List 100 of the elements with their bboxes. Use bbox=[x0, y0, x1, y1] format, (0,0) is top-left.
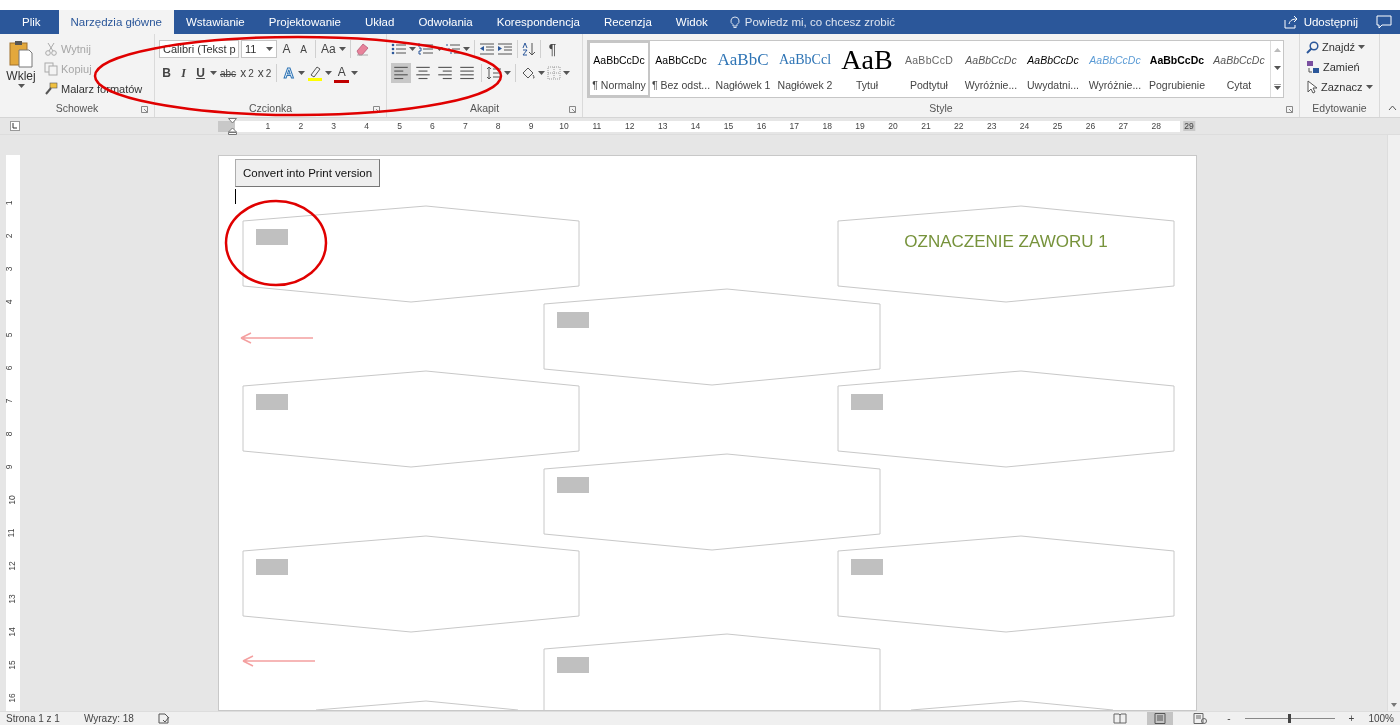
tell-me-field[interactable]: Powiedz mi, co chcesz zrobić bbox=[744, 16, 895, 28]
proofing-icon[interactable] bbox=[157, 713, 170, 724]
zoom-in-button[interactable]: + bbox=[1348, 712, 1355, 725]
page-count[interactable]: Strona 1 z 1 bbox=[6, 712, 60, 725]
numbered-list-icon[interactable] bbox=[418, 42, 434, 56]
style-item[interactable]: AaBbCcDc ¶ Bez odst... bbox=[650, 41, 712, 97]
ribbon-tab[interactable]: Korespondencja bbox=[484, 10, 592, 34]
format-button[interactable]: B bbox=[159, 63, 174, 83]
more-styles-icon[interactable] bbox=[1273, 84, 1281, 90]
change-case-button[interactable]: Aa bbox=[320, 39, 337, 59]
dialog-launcher-icon[interactable] bbox=[141, 106, 148, 113]
ruler-number: 6 bbox=[430, 121, 435, 131]
decrease-indent-icon[interactable] bbox=[479, 42, 495, 56]
pointer-icon[interactable] bbox=[1306, 80, 1318, 94]
style-item[interactable]: AaBbCcDc Uwydatni... bbox=[1022, 41, 1084, 97]
ruler-number: 7 bbox=[462, 121, 468, 131]
editing-command[interactable]: Zaznacz bbox=[1321, 81, 1363, 93]
style-item[interactable]: AaB Tytuł bbox=[836, 41, 898, 97]
ruler-number: 24 bbox=[1019, 121, 1030, 131]
format-button[interactable]: U bbox=[193, 63, 208, 83]
caret-icon bbox=[463, 47, 470, 51]
ruler-number: 4 bbox=[4, 299, 15, 305]
caret-icon bbox=[266, 47, 273, 51]
zoom-out-button[interactable]: - bbox=[1227, 712, 1231, 725]
zoom-percent[interactable]: 100% bbox=[1368, 712, 1394, 725]
ruler-number: 29 bbox=[1183, 121, 1195, 131]
ruler-number: 1 bbox=[4, 200, 15, 206]
style-item[interactable]: AaBbCcl Nagłówek 2 bbox=[774, 41, 836, 97]
show-formatting-button[interactable]: ¶ bbox=[545, 39, 560, 59]
style-item[interactable]: AaBbCcDc Cytat bbox=[1208, 41, 1270, 97]
word-count[interactable]: Wyrazy: 18 bbox=[83, 712, 134, 725]
font-size-field[interactable]: 11 bbox=[241, 40, 277, 58]
ruler-number: 5 bbox=[4, 332, 15, 338]
replace-icon[interactable] bbox=[1306, 60, 1320, 74]
editing-command[interactable]: Zamień bbox=[1323, 61, 1360, 73]
view-button[interactable] bbox=[1147, 712, 1174, 725]
ribbon-tab[interactable]: Widok bbox=[663, 10, 720, 34]
font-color-button[interactable]: A bbox=[334, 63, 350, 83]
zoom-slider[interactable] bbox=[1244, 714, 1335, 723]
paintbrush-icon[interactable] bbox=[44, 82, 58, 96]
caret-icon bbox=[436, 47, 443, 51]
style-item[interactable]: AaBbC Nagłówek 1 bbox=[712, 41, 774, 97]
ribbon-tab[interactable]: Odwołania bbox=[406, 10, 485, 34]
caret-icon bbox=[563, 71, 570, 75]
format-button[interactable]: I bbox=[176, 63, 191, 83]
style-item[interactable]: AaBbCcD Podtytuł bbox=[898, 41, 960, 97]
style-item[interactable]: AaBbCcDc Wyróżnie... bbox=[960, 41, 1022, 97]
style-item[interactable]: AaBbCcDc Pogrubienie bbox=[1146, 41, 1208, 97]
paste-button[interactable]: Wklej bbox=[6, 69, 36, 83]
ribbon-tab[interactable]: Narzędzia główne bbox=[58, 10, 174, 34]
increase-indent-icon[interactable] bbox=[497, 42, 513, 56]
clipboard-icon[interactable] bbox=[9, 40, 33, 68]
group-label: Czcionka bbox=[248, 102, 293, 114]
style-item[interactable]: AaBbCcDc Wyróżnie... bbox=[1084, 41, 1146, 97]
ribbon-tab[interactable]: Recenzja bbox=[591, 10, 664, 34]
ruler-number: 14 bbox=[6, 627, 17, 637]
collapse-ribbon-icon[interactable] bbox=[1388, 105, 1397, 111]
grow-font-button[interactable]: A bbox=[279, 39, 294, 59]
ribbon-tab[interactable]: Układ bbox=[353, 10, 407, 34]
caret-icon bbox=[538, 71, 545, 75]
ruler-number: 1 bbox=[265, 121, 271, 131]
caret-icon bbox=[1358, 45, 1366, 49]
ruler-number: 20 bbox=[888, 121, 898, 131]
dialog-launcher-icon[interactable] bbox=[373, 106, 380, 113]
ruler-number: 7 bbox=[4, 398, 15, 404]
eraser-icon[interactable] bbox=[354, 42, 369, 56]
format-button[interactable]: abc bbox=[219, 63, 238, 83]
ruler-number: 27 bbox=[1118, 121, 1129, 131]
group-label: Style bbox=[929, 102, 953, 114]
shrink-font-button[interactable]: A bbox=[296, 39, 311, 59]
editing-command[interactable]: Znajdź bbox=[1322, 41, 1356, 53]
ribbon-tab[interactable]: Projektowanie bbox=[256, 10, 353, 34]
ribbon-tab[interactable]: Wstawianie bbox=[173, 10, 257, 34]
ruler-number: 19 bbox=[855, 121, 865, 131]
caret-icon bbox=[17, 84, 25, 88]
ruler-number: 21 bbox=[921, 121, 931, 131]
ruler-number: 2 bbox=[4, 233, 15, 239]
tab-selector-icon[interactable] bbox=[10, 121, 20, 131]
convert-button[interactable]: Convert into Print version bbox=[235, 159, 381, 187]
dialog-launcher-icon[interactable] bbox=[569, 106, 576, 113]
ruler-number: 17 bbox=[789, 121, 800, 131]
sort-icon[interactable] bbox=[522, 42, 536, 56]
bullet-list-icon[interactable] bbox=[391, 42, 407, 56]
ruler-number: 9 bbox=[528, 121, 534, 131]
indent-marker-icon[interactable] bbox=[228, 118, 237, 135]
ruler-number: 4 bbox=[364, 121, 369, 131]
ribbon-tab[interactable]: Plik bbox=[0, 10, 59, 34]
paint-bucket-icon[interactable] bbox=[520, 66, 536, 80]
highlighter-icon[interactable] bbox=[307, 65, 324, 81]
caret-icon bbox=[325, 71, 333, 75]
ruler-number: 16 bbox=[6, 693, 17, 703]
line-spacing-icon[interactable] bbox=[486, 66, 502, 80]
align-button[interactable] bbox=[391, 63, 411, 83]
dialog-launcher-icon[interactable] bbox=[1286, 106, 1293, 113]
comment-icon[interactable] bbox=[1376, 15, 1392, 29]
multilevel-list-icon[interactable] bbox=[445, 42, 461, 56]
style-item[interactable]: AaBbCcDc ¶ Normalny bbox=[588, 41, 650, 97]
ruler-number: 16 bbox=[756, 121, 767, 131]
share-button[interactable]: Udostępnij bbox=[1303, 16, 1358, 28]
search-icon[interactable] bbox=[1306, 40, 1319, 54]
